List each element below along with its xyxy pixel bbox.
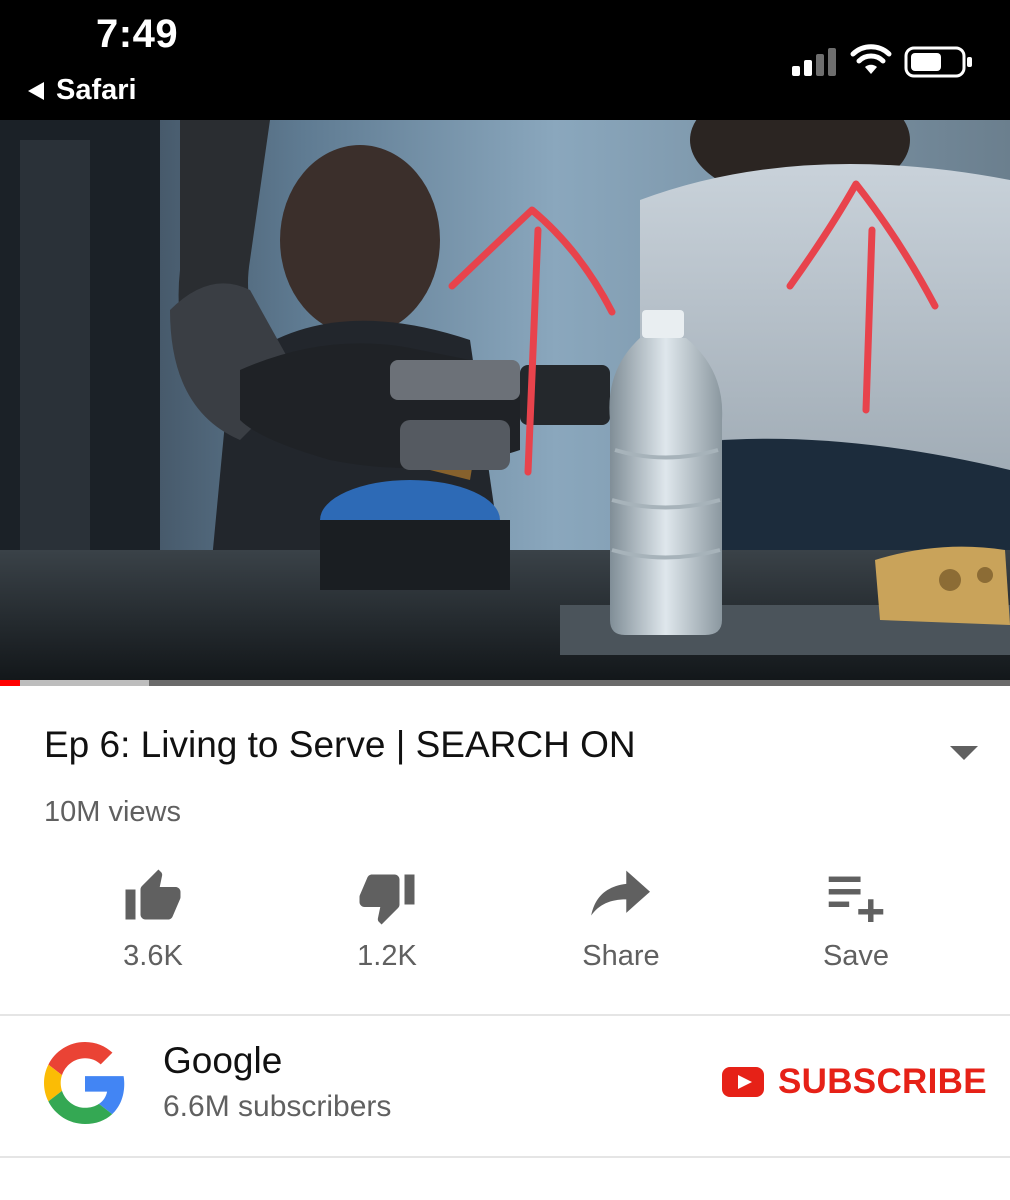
share-label: Share xyxy=(582,940,660,972)
video-progress-bar[interactable] xyxy=(0,680,1010,686)
save-button[interactable]: Save xyxy=(766,862,946,973)
status-time: 7:49 xyxy=(96,12,179,56)
battery-icon xyxy=(904,46,972,78)
back-app-label: Safari xyxy=(56,74,137,106)
dislike-button[interactable]: 1.2K xyxy=(297,862,477,973)
video-player[interactable] xyxy=(0,120,1010,686)
back-to-safari-button[interactable]: Safari xyxy=(26,74,137,107)
wifi-icon xyxy=(850,44,892,74)
like-button[interactable]: 3.6K xyxy=(63,862,243,973)
status-bar: 7:49 Safari xyxy=(0,0,1010,120)
share-button[interactable]: Share xyxy=(531,862,711,973)
divider xyxy=(0,1156,1010,1158)
video-title[interactable]: Ep 6: Living to Serve | SEARCH ON xyxy=(44,724,636,766)
buffered-bar xyxy=(0,680,150,686)
share-icon xyxy=(591,870,650,916)
playlist-add-icon xyxy=(828,876,884,922)
thumbs-down-icon xyxy=(359,874,415,925)
back-triangle-icon xyxy=(28,81,44,100)
thumbs-up-icon xyxy=(125,869,181,920)
subscribe-button[interactable]: SUBSCRIBE xyxy=(722,1062,987,1102)
youtube-play-icon xyxy=(722,1067,764,1097)
view-count: 10M views xyxy=(44,796,181,828)
expand-description-icon[interactable] xyxy=(948,744,980,762)
save-label: Save xyxy=(822,940,890,972)
like-count: 3.6K xyxy=(123,940,183,972)
subscribe-label: SUBSCRIBE xyxy=(778,1062,987,1101)
video-frame xyxy=(0,120,1010,686)
cellular-signal-icon xyxy=(792,48,836,76)
channel-name[interactable]: Google xyxy=(163,1040,282,1082)
divider xyxy=(0,1014,1010,1016)
dislike-count: 1.2K xyxy=(357,940,417,972)
subscriber-count: 6.6M subscribers xyxy=(163,1090,392,1123)
action-bar: 3.6K 1.2K Share Save xyxy=(0,862,1010,982)
google-logo-avatar[interactable] xyxy=(44,1042,126,1124)
playback-progress xyxy=(0,680,21,686)
